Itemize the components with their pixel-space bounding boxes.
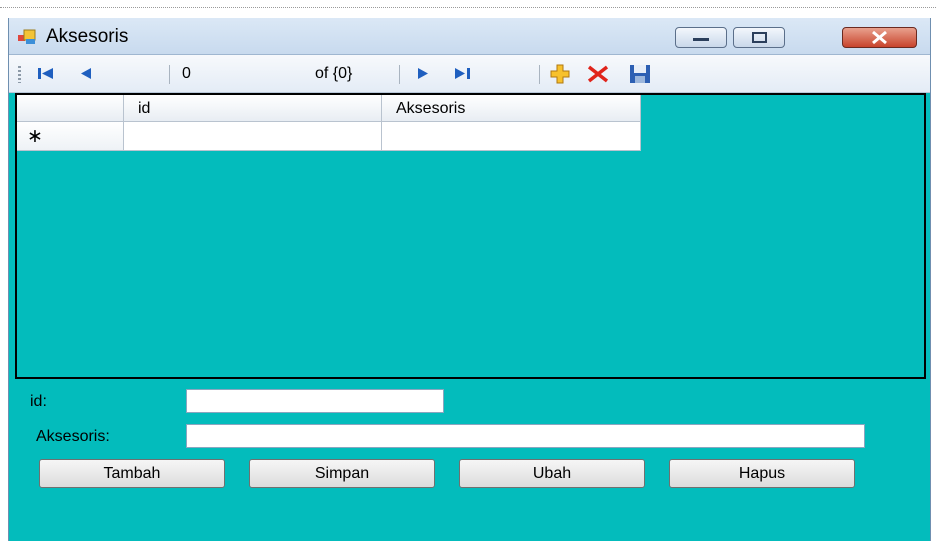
tambah-button[interactable]: Tambah [39,459,225,488]
delete-icon [587,65,609,83]
data-grid[interactable]: id Aksesoris ∗ [15,93,926,379]
binding-navigator: 0 of {0} [9,55,930,93]
move-first-icon [38,68,53,79]
aksesoris-label: Aksesoris: [36,428,110,445]
move-first-button[interactable] [33,62,59,86]
toolbar-separator [539,65,540,84]
minimize-icon [693,38,709,41]
title-bar: Aksesoris [9,18,930,55]
move-last-button[interactable] [450,62,476,86]
delete-button[interactable] [585,62,611,86]
add-new-button[interactable] [547,62,573,86]
close-button[interactable] [842,27,917,48]
save-icon [630,65,650,83]
close-icon [872,30,887,45]
aksesoris-field[interactable] [186,424,865,448]
window-title: Aksesoris [46,26,129,47]
count-label: of {0} [315,65,353,82]
maximize-icon [752,32,767,43]
id-label: id: [30,393,47,410]
move-previous-icon [81,68,91,79]
save-button[interactable] [627,62,653,86]
move-next-icon [418,68,428,79]
toolbar-separator [399,65,400,84]
maximize-button[interactable] [733,27,785,48]
app-icon [18,29,36,44]
move-last-icon [455,68,470,79]
column-header-aksesoris[interactable]: Aksesoris [382,95,641,122]
toolbar-separator [169,65,170,84]
move-next-button[interactable] [410,62,436,86]
simpan-button[interactable]: Simpan [249,459,435,488]
toolbar-grip[interactable] [18,66,21,83]
new-row-marker[interactable]: ∗ [17,122,124,151]
hapus-button[interactable]: Hapus [669,459,855,488]
column-header-id[interactable]: id [124,95,382,122]
row-header-corner [17,95,124,122]
new-row-cell-id[interactable] [124,122,382,151]
add-new-icon [550,64,570,84]
ubah-button[interactable]: Ubah [459,459,645,488]
move-previous-button[interactable] [73,62,99,86]
minimize-button[interactable] [675,27,727,48]
form-window: Aksesoris 0 of {0} id Aksesoris ∗ id: Ak… [8,18,931,541]
top-dotted-border [0,0,936,8]
id-field[interactable] [186,389,444,413]
position-field[interactable]: 0 [176,64,296,84]
new-row-cell-aksesoris[interactable] [382,122,641,151]
